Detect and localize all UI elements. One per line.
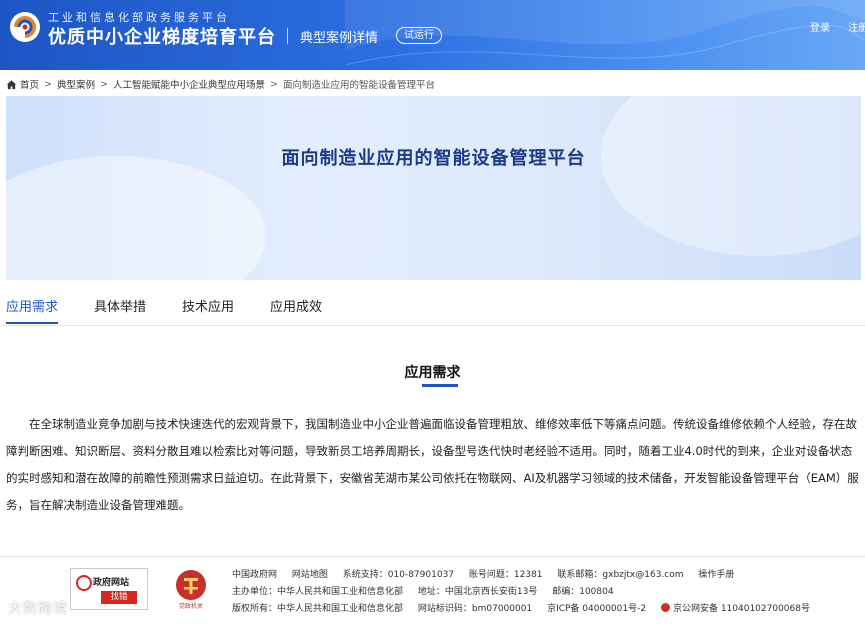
footer-address: 地址：中国北京西长安街13号 — [417, 587, 538, 597]
login-link[interactable]: 登录 — [810, 19, 830, 34]
footer-icp-link[interactable]: 京ICP备 04000001号-2 — [547, 604, 646, 614]
breadcrumb-home[interactable]: 首页 — [20, 77, 39, 91]
footer-link-sitemap[interactable]: 网站地图 — [292, 570, 328, 580]
footer-organizer: 主办单位：中华人民共和国工业和信息化部 — [232, 587, 404, 597]
tabs-divider — [0, 325, 865, 326]
breadcrumb-separator: > — [44, 78, 52, 90]
breadcrumb: 首页 > 典型案例 > 人工智能赋能中小企业典型应用场景 > 面向制造业应用的智… — [6, 76, 435, 92]
banner-decoration — [6, 156, 266, 280]
breadcrumb-separator: > — [269, 78, 278, 90]
case-banner: 面向制造业应用的智能设备管理平台 — [6, 96, 861, 280]
footer-copyright-line: 版权所有：中华人民共和国工业和信息化部 网站标识码：bm07000001 京IC… — [232, 601, 834, 614]
breadcrumb-item-cases[interactable]: 典型案例 — [57, 77, 95, 91]
tab-measures[interactable]: 具体举措 — [94, 296, 146, 324]
banner-title: 面向制造业应用的智能设备管理平台 — [281, 148, 586, 169]
footer-link-gov[interactable]: 中国政府网 — [232, 570, 277, 580]
footer-organizer-line: 主办单位：中华人民共和国工业和信息化部 地址：中国北京西长安街13号 邮编：10… — [232, 584, 626, 597]
ministry-logo-icon[interactable] — [8, 10, 42, 44]
breadcrumb-separator: > — [100, 78, 108, 90]
gov-site-error-report-button[interactable]: 政府网站 找错 — [70, 568, 148, 610]
police-badge-icon — [660, 603, 670, 612]
tab-results[interactable]: 应用成效 — [270, 296, 322, 324]
section-heading: 应用需求 — [404, 365, 461, 381]
footer-link-manual[interactable]: 操作手册 — [698, 570, 734, 580]
footer-contact-email[interactable]: 联系邮箱：gxbzjtx@163.com — [557, 570, 683, 580]
footer-account-phone: 账号问题：12381 — [468, 570, 543, 580]
tab-requirements[interactable]: 应用需求 — [6, 296, 59, 324]
section-heading-underline — [422, 384, 458, 387]
footer-police-record-text: 京公网安备 11040102700068号 — [672, 604, 810, 614]
beta-badge: 试运行 — [396, 27, 442, 44]
magnifier-icon — [76, 575, 92, 591]
footer-postcode: 邮编：100804 — [552, 587, 614, 597]
home-icon[interactable] — [6, 79, 17, 90]
site-header: 工业和信息化部政务服务平台 优质中小企业梯度培育平台 典型案例详情 试运行 登录… — [0, 0, 865, 70]
party-emblem-label: 党政机关 — [179, 602, 203, 610]
register-link[interactable]: 注册 — [848, 19, 865, 34]
tab-technology[interactable]: 技术应用 — [182, 296, 234, 324]
breadcrumb-item-current: 面向制造业应用的智能设备管理平台 — [282, 80, 435, 91]
banner-decoration — [601, 96, 861, 256]
breadcrumb-item-category[interactable]: 人工智能赋能中小企业典型应用场景 — [113, 77, 265, 91]
footer-support-phone: 系统支持：010-87901037 — [342, 570, 455, 580]
section-body-text: 在全球制造业竞争加剧与技术快速迭代的宏观背景下，我国制造业中小企业普遍面临设备管… — [6, 417, 859, 512]
section-tabs: 应用需求 具体举措 技术应用 应用成效 — [6, 296, 358, 324]
footer-divider — [0, 556, 865, 557]
footer-links-line: 中国政府网 网站地图 系统支持：010-87901037 账号问题：12381 … — [232, 567, 746, 580]
footer-police-record[interactable]: 京公网安备 11040102700068号 — [660, 603, 822, 614]
footer-copyright: 版权所有：中华人民共和国工业和信息化部 — [232, 604, 404, 614]
page-label: 典型案例详情 — [300, 31, 379, 46]
site-title[interactable]: 优质中小企业梯度培育平台 — [48, 23, 276, 49]
watermark: 大数跨境 — [8, 601, 68, 617]
gov-badge-label: 政府网站 — [93, 578, 130, 588]
footer-site-code: 网站标识码：bm07000001 — [417, 604, 533, 614]
gov-badge-action: 找错 — [101, 591, 137, 604]
party-government-emblem-icon[interactable]: 党政机关 — [172, 568, 210, 610]
title-divider — [287, 28, 288, 44]
